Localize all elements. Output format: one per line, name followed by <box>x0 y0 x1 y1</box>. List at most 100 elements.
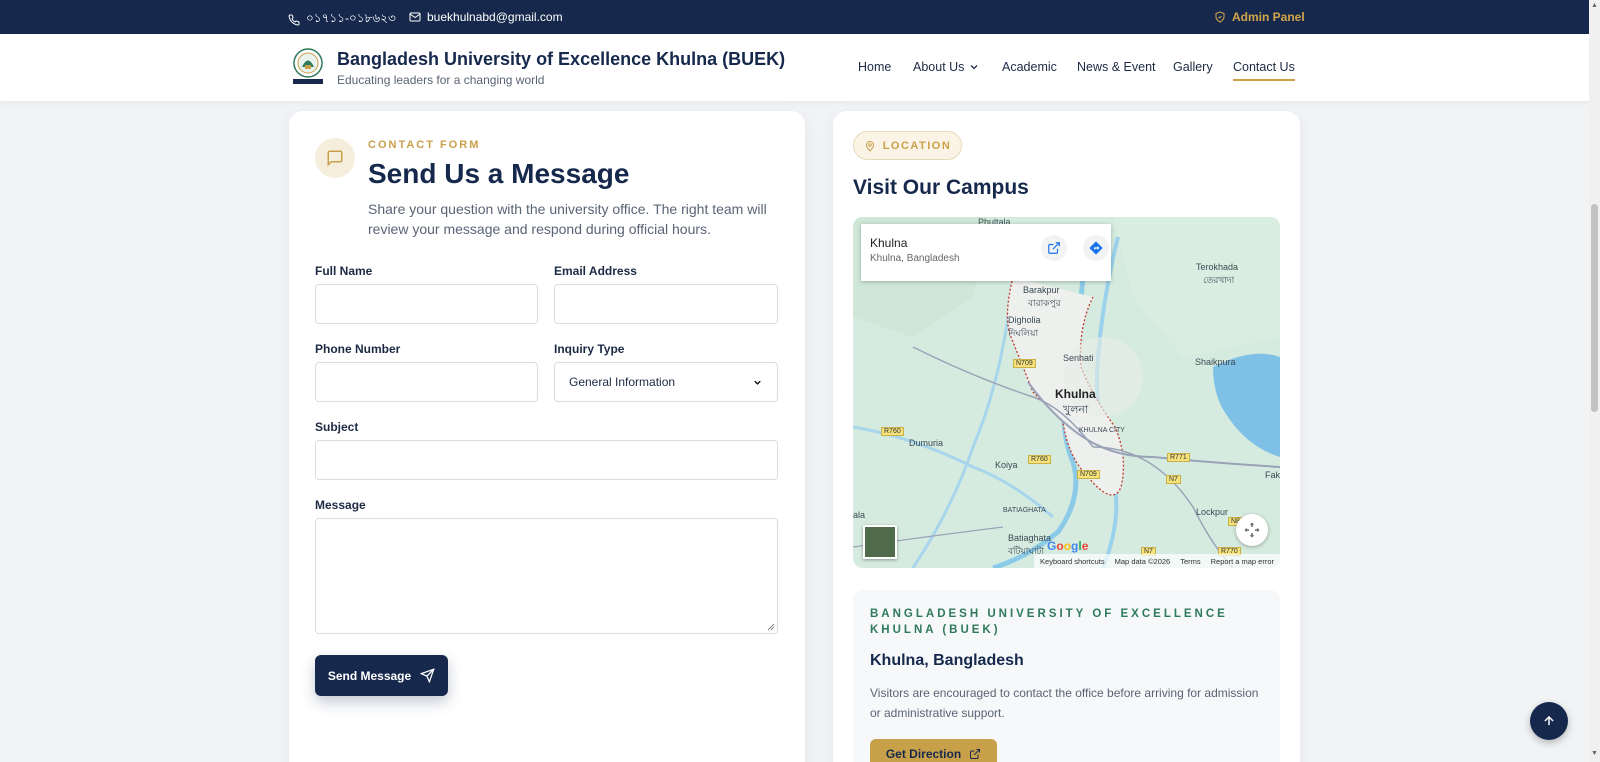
nav-contact-us[interactable]: Contact Us <box>1233 60 1295 81</box>
brand-subtitle: Educating leaders for a changing world <box>337 73 545 87</box>
contact-form-eyebrow: CONTACT FORM <box>368 139 481 151</box>
location-pill-label: LOCATION <box>882 139 952 152</box>
nav-home[interactable]: Home <box>858 60 891 74</box>
mail-icon <box>409 12 421 22</box>
full-name-input[interactable] <box>315 284 538 324</box>
map-fullscreen-button[interactable] <box>1236 514 1268 546</box>
map-label-terokhada-bn: তেরখাদা <box>1203 275 1235 285</box>
map-keyboard-shortcuts[interactable]: Keyboard shortcuts <box>1040 557 1105 566</box>
phone-input[interactable] <box>315 362 538 402</box>
map-report-error-link[interactable]: Report a map error <box>1211 557 1274 566</box>
send-message-button[interactable]: Send Message <box>315 655 448 696</box>
road-tag: N7 <box>1166 475 1181 484</box>
road-tag: R760 <box>881 427 904 436</box>
shield-check-icon <box>1215 11 1225 23</box>
map-label-lockpur: Lockpur <box>1196 507 1229 517</box>
location-title: Visit Our Campus <box>853 176 1029 199</box>
map-label-batiaghata: BATIAGHATA <box>1003 507 1046 514</box>
nav-gallery-label: Gallery <box>1173 60 1213 74</box>
map-label-dumuria: Dumuria <box>909 438 944 448</box>
topbar-email-text: buekhulnabd@gmail.com <box>427 10 563 24</box>
map-label-koiya: Koiya <box>995 460 1018 470</box>
chevron-down-icon <box>754 380 761 385</box>
nav-about-us-label: About Us <box>913 60 965 74</box>
chevron-down-icon <box>970 65 978 70</box>
fullscreen-icon <box>1244 522 1260 538</box>
message-textarea[interactable] <box>315 518 778 634</box>
nav-news-event[interactable]: News & Event <box>1077 60 1156 74</box>
campus-info-title: Khulna, Bangladesh <box>870 652 1024 669</box>
map-label-khulna: Khulna <box>1055 387 1096 401</box>
map-label-senhati: Senhati <box>1063 353 1094 363</box>
map-satellite-toggle[interactable] <box>863 525 897 559</box>
road-tag: N709 <box>1013 359 1036 368</box>
map-footer: Keyboard shortcuts Map data ©2026 Terms … <box>1034 554 1280 568</box>
nav-contact-us-label: Contact Us <box>1233 60 1295 74</box>
message-label: Message <box>315 498 366 512</box>
full-name-label: Full Name <box>315 264 373 278</box>
map-data-credit: Map data ©2026 <box>1114 556 1171 566</box>
external-link-icon <box>1048 242 1060 254</box>
scroll-to-top-button[interactable] <box>1530 702 1568 740</box>
road-tag: R760 <box>1028 455 1051 464</box>
get-direction-button[interactable]: Get Direction <box>870 739 997 762</box>
subject-input[interactable] <box>315 440 778 480</box>
phone-label: Phone Number <box>315 342 401 356</box>
site-header: Bangladesh University of Excellence Khul… <box>0 34 1589 101</box>
map-place-title: Khulna <box>870 236 908 250</box>
map-label-terokhada: Terokhada <box>1196 262 1239 272</box>
inquiry-type-label: Inquiry Type <box>554 342 625 356</box>
open-in-maps-button[interactable] <box>1041 235 1067 261</box>
map-label-barakpur: Barakpur <box>1023 285 1060 295</box>
directions-icon <box>1089 241 1103 255</box>
university-logo[interactable] <box>291 48 325 86</box>
map-place-card: Khulna Khulna, Bangladesh <box>861 224 1111 281</box>
map-terms-link[interactable]: Terms <box>1180 557 1200 566</box>
road-tag: N709 <box>1077 470 1100 479</box>
inquiry-type-value: General Information <box>569 375 676 389</box>
map-label-barakpur-bn: বারাকপুর <box>1028 298 1061 308</box>
nav-home-label: Home <box>858 60 892 74</box>
send-icon <box>420 668 435 683</box>
nav-news-event-label: News & Event <box>1077 60 1156 74</box>
contact-form-title: Send Us a Message <box>368 158 630 189</box>
top-bar: ০১৭১১-০১৮৬২৩ buekhulnabd@gmail.com Admin… <box>0 0 1589 34</box>
nav-gallery[interactable]: Gallery <box>1173 60 1213 74</box>
map-label-ala: ala <box>853 510 866 520</box>
admin-panel-label: Admin Panel <box>1232 10 1305 24</box>
inquiry-type-select[interactable]: General Information <box>554 362 778 402</box>
campus-info-eyebrow: BANGLADESH UNIVERSITY OF EXCELLENCE KHUL… <box>870 608 1228 636</box>
scroll-down-arrow-icon[interactable]: ▼ <box>1591 750 1598 757</box>
topbar-email[interactable]: buekhulnabd@gmail.com <box>409 10 563 24</box>
google-logo: Google <box>1047 539 1089 553</box>
resize-grip-icon[interactable] <box>767 623 775 631</box>
contact-form-description: Share your question with the university … <box>368 201 767 237</box>
campus-map[interactable]: Phultala Terokhada তেরখাদা Barakpur বারা… <box>853 217 1280 568</box>
nav-academic[interactable]: Academic <box>1002 60 1057 74</box>
location-pill: LOCATION <box>853 131 962 160</box>
map-pin-icon <box>865 140 874 152</box>
map-label-batiaghata-town: Batiaghata <box>1008 533 1052 543</box>
admin-panel-link[interactable]: Admin Panel <box>1214 10 1305 24</box>
map-label-faki: Faki <box>1265 470 1280 480</box>
topbar-phone-text: ০১৭১১-০১৮৬২৩ <box>306 11 396 25</box>
map-label-digholia-bn: দিঘলিয়া <box>1008 328 1039 338</box>
page-scrollbar-thumb[interactable] <box>1591 204 1598 412</box>
nav-academic-label: Academic <box>1002 60 1057 74</box>
send-message-label: Send Message <box>327 668 412 683</box>
map-directions-button[interactable] <box>1083 235 1109 261</box>
topbar-phone[interactable]: ০১৭১১-০১৮৬২৩ <box>288 10 396 30</box>
get-direction-label: Get Direction <box>885 747 962 761</box>
map-label-khulna-bn: খুলনা <box>1063 404 1089 416</box>
map-label-digholia: Digholia <box>1008 315 1041 325</box>
map-label-khulna-city: KHULNA CITY <box>1079 427 1125 434</box>
campus-info-description: Visitors are encouraged to contact the o… <box>870 686 1259 720</box>
scroll-up-arrow-icon[interactable]: ▲ <box>1591 2 1598 9</box>
phone-icon <box>288 14 300 26</box>
external-link-icon <box>970 749 981 759</box>
map-label-shaikpura: Shaikpura <box>1195 357 1236 367</box>
nav-about-us[interactable]: About Us <box>913 60 980 74</box>
email-input[interactable] <box>554 284 778 324</box>
brand-title[interactable]: Bangladesh University of Excellence Khul… <box>337 49 785 70</box>
arrow-up-icon <box>1544 715 1554 726</box>
